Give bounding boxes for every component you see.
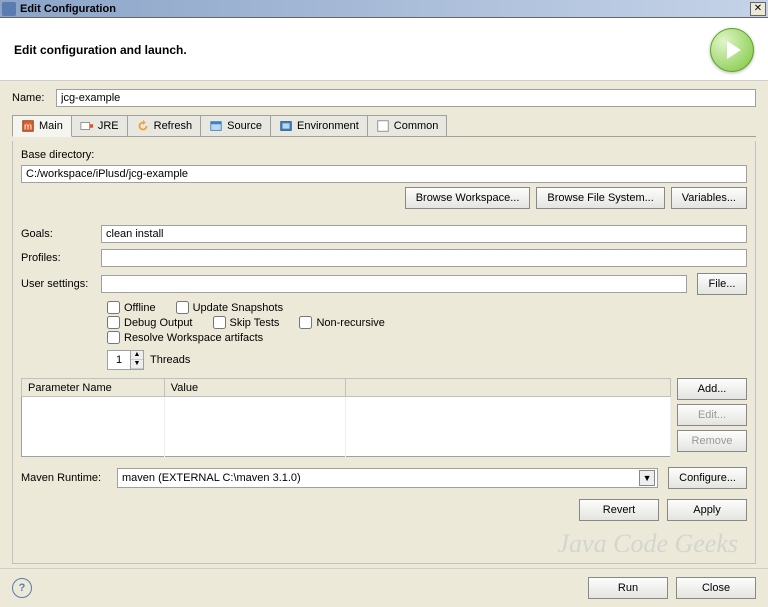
- dropdown-icon[interactable]: ▼: [639, 470, 655, 486]
- add-button[interactable]: Add...: [677, 378, 747, 400]
- dialog-title: Edit configuration and launch.: [14, 43, 710, 57]
- environment-icon: [279, 119, 293, 133]
- source-icon: [209, 119, 223, 133]
- maven-runtime-label: Maven Runtime:: [21, 472, 107, 484]
- update-snapshots-check[interactable]: Update Snapshots: [176, 301, 284, 314]
- edit-button[interactable]: Edit...: [677, 404, 747, 426]
- configure-button[interactable]: Configure...: [668, 467, 747, 489]
- base-dir-input[interactable]: [21, 165, 747, 183]
- remove-button[interactable]: Remove: [677, 430, 747, 452]
- variables-button[interactable]: Variables...: [671, 187, 747, 209]
- tab-label: Source: [227, 120, 262, 132]
- non-recursive-check[interactable]: Non-recursive: [299, 316, 384, 329]
- tab-label: JRE: [98, 120, 119, 132]
- param-name-header[interactable]: Parameter Name: [22, 379, 165, 397]
- apply-buttons: Revert Apply: [21, 499, 747, 521]
- parameters-area: Parameter Name Value Add... Edit... Remo…: [21, 378, 747, 457]
- maven-runtime-row: Maven Runtime: maven (EXTERNAL C:\maven …: [21, 467, 747, 489]
- tab-common[interactable]: Common: [367, 115, 448, 136]
- tabs: m Main JRE Refresh Source Environment Co…: [12, 115, 756, 137]
- dialog-footer: ? Run Close: [0, 568, 768, 607]
- resolve-workspace-check[interactable]: Resolve Workspace artifacts: [107, 331, 263, 344]
- revert-button[interactable]: Revert: [579, 499, 659, 521]
- maven-runtime-select[interactable]: maven (EXTERNAL C:\maven 3.1.0) ▼: [117, 468, 658, 488]
- svg-text:m: m: [24, 122, 32, 133]
- table-row[interactable]: [22, 442, 671, 457]
- offline-check[interactable]: Offline: [107, 301, 156, 314]
- jre-icon: [80, 119, 94, 133]
- titlebar: Edit Configuration ✕: [0, 0, 768, 18]
- base-dir-buttons: Browse Workspace... Browse File System..…: [21, 187, 747, 209]
- name-input[interactable]: [56, 89, 756, 107]
- threads-row: ▲▼ Threads: [107, 350, 747, 370]
- content: Name: m Main JRE Refresh Source Environm…: [0, 81, 768, 568]
- app-icon: [2, 2, 16, 16]
- goals-row: Goals:: [21, 225, 747, 243]
- tab-jre[interactable]: JRE: [71, 115, 128, 136]
- goals-label: Goals:: [21, 228, 91, 240]
- profiles-input[interactable]: [101, 249, 747, 267]
- browse-filesystem-button[interactable]: Browse File System...: [536, 187, 664, 209]
- spin-down-icon[interactable]: ▼: [131, 360, 143, 369]
- main-panel: Base directory: Browse Workspace... Brow…: [12, 141, 756, 564]
- table-row[interactable]: [22, 412, 671, 427]
- base-dir-label: Base directory:: [21, 149, 747, 161]
- threads-spinner[interactable]: ▲▼: [107, 350, 144, 370]
- tab-label: Main: [39, 120, 63, 132]
- tab-source[interactable]: Source: [200, 115, 271, 136]
- profiles-row: Profiles:: [21, 249, 747, 267]
- refresh-icon: [136, 119, 150, 133]
- name-label: Name:: [12, 92, 50, 104]
- tab-label: Common: [394, 120, 439, 132]
- help-icon[interactable]: ?: [12, 578, 32, 598]
- spin-up-icon[interactable]: ▲: [131, 351, 143, 360]
- name-row: Name:: [12, 89, 756, 107]
- main-icon: m: [21, 119, 35, 133]
- table-row[interactable]: [22, 397, 671, 412]
- goals-input[interactable]: [101, 225, 747, 243]
- user-settings-label: User settings:: [21, 278, 91, 290]
- window-title: Edit Configuration: [20, 3, 750, 15]
- user-settings-row: User settings: File...: [21, 273, 747, 295]
- param-buttons: Add... Edit... Remove: [677, 378, 747, 457]
- skip-tests-check[interactable]: Skip Tests: [213, 316, 280, 329]
- threads-label: Threads: [150, 354, 190, 366]
- profiles-label: Profiles:: [21, 252, 91, 264]
- tab-label: Refresh: [154, 120, 193, 132]
- close-button[interactable]: Close: [676, 577, 756, 599]
- run-icon: [710, 28, 754, 72]
- header: Edit configuration and launch.: [0, 18, 768, 81]
- common-icon: [376, 119, 390, 133]
- param-empty-header: [346, 379, 671, 397]
- parameters-table[interactable]: Parameter Name Value: [21, 378, 671, 457]
- table-row[interactable]: [22, 427, 671, 442]
- tab-main[interactable]: m Main: [12, 115, 72, 137]
- run-button[interactable]: Run: [588, 577, 668, 599]
- debug-output-check[interactable]: Debug Output: [107, 316, 193, 329]
- tab-label: Environment: [297, 120, 359, 132]
- tab-environment[interactable]: Environment: [270, 115, 368, 136]
- tab-refresh[interactable]: Refresh: [127, 115, 202, 136]
- browse-workspace-button[interactable]: Browse Workspace...: [405, 187, 531, 209]
- file-button[interactable]: File...: [697, 273, 747, 295]
- threads-input[interactable]: [108, 352, 130, 368]
- apply-button[interactable]: Apply: [667, 499, 747, 521]
- checkboxes: Offline Update Snapshots Debug Output Sk…: [107, 301, 747, 344]
- param-value-header[interactable]: Value: [164, 379, 346, 397]
- maven-runtime-value: maven (EXTERNAL C:\maven 3.1.0): [122, 472, 639, 484]
- user-settings-input[interactable]: [101, 275, 687, 293]
- close-icon[interactable]: ✕: [750, 2, 766, 16]
